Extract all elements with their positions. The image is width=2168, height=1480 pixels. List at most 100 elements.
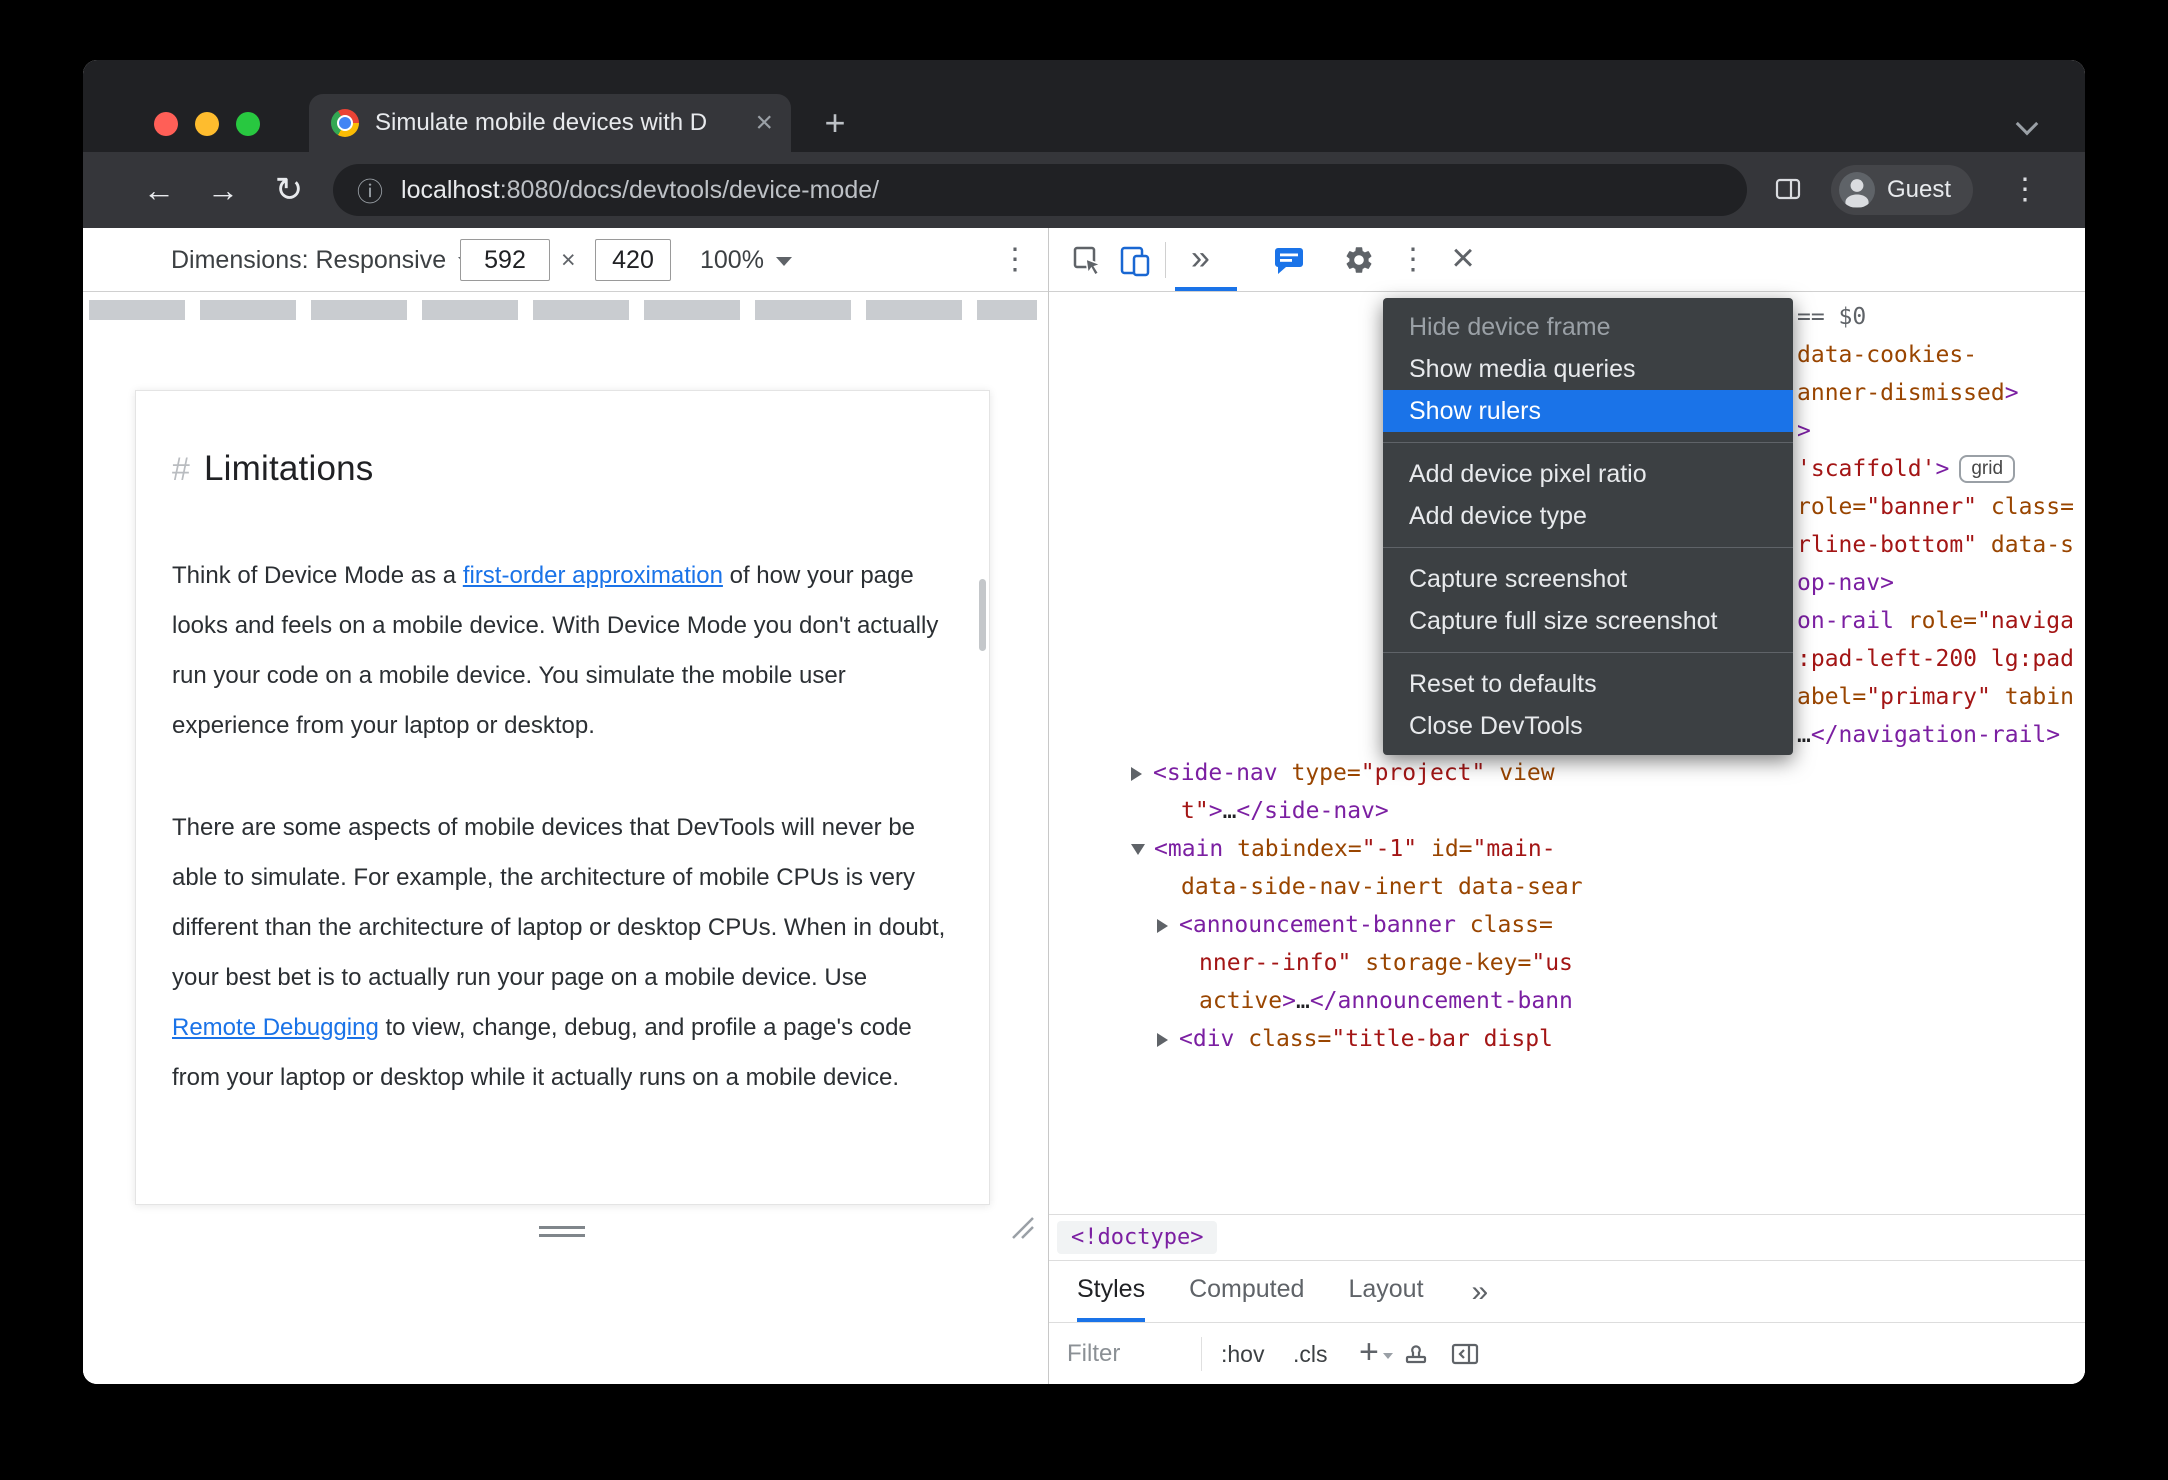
heading-anchor-hash[interactable]: # <box>172 451 190 487</box>
code-line[interactable]: nner--info" storage-key="us <box>1049 944 2085 982</box>
tab-search-chevron-icon[interactable] <box>2015 112 2039 136</box>
browser-menu-button[interactable]: ⋮ <box>2005 166 2045 214</box>
navigation-bar: ← → ↻ ⓘ localhost:8080/docs/devtools/dev… <box>83 152 2085 228</box>
new-tab-button[interactable]: + <box>815 104 855 144</box>
code-token: storage-key= <box>1365 950 1532 976</box>
code-line[interactable]: t">…</side-nav> <box>1049 792 2085 830</box>
reload-button[interactable]: ↻ <box>265 166 313 214</box>
toggle-sidebar-icon[interactable] <box>1449 1338 1481 1375</box>
code-line[interactable]: <side-nav type="project" view <box>1049 754 2085 792</box>
code-token: "primary" <box>1866 684 1991 710</box>
forward-button[interactable]: → <box>199 166 247 214</box>
url-path: :8080/docs/devtools/device-mode/ <box>499 175 880 204</box>
viewport-width-input[interactable] <box>460 239 550 281</box>
grid-badge[interactable]: grid <box>1959 455 2016 483</box>
code-token: tabin <box>2004 684 2074 710</box>
menu-item-close-devtools[interactable]: Close DevTools <box>1383 705 1793 747</box>
code-token: > <box>1282 988 1296 1014</box>
back-button[interactable]: ← <box>135 166 183 214</box>
code-token: nner--info" <box>1199 950 1352 976</box>
code-token: > <box>1935 456 1950 482</box>
code-token: <side-nav <box>1153 760 1292 786</box>
code-token: class= <box>1990 494 2074 520</box>
expand-arrow-icon[interactable] <box>1131 766 1142 781</box>
close-window-button[interactable] <box>154 112 178 136</box>
menu-item-capture-full-size-screenshot[interactable]: Capture full size screenshot <box>1383 600 1793 642</box>
toggle-device-toolbar-icon[interactable] <box>1113 242 1157 278</box>
code-line[interactable]: data-side-nav-inert data-sear <box>1049 868 2085 906</box>
tab-layout[interactable]: Layout <box>1348 1261 1423 1322</box>
doc-text: Think of Device Mode as a <box>172 562 463 589</box>
profile-button[interactable]: Guest <box>1831 165 1974 215</box>
code-token: class= <box>1469 912 1553 938</box>
collapse-arrow-icon[interactable] <box>1131 844 1145 855</box>
devtools-menu-button[interactable]: ⋮ <box>1393 236 1433 284</box>
settings-gear-icon[interactable] <box>1337 242 1381 278</box>
elements-breadcrumb-bar: <!doctype> <box>1049 1214 2085 1260</box>
device-toolbar-more-options-button[interactable]: ⋮ <box>995 236 1035 284</box>
menu-item-hide-device-frame[interactable]: Hide device frame <box>1383 306 1793 348</box>
menu-item-add-device-pixel-ratio[interactable]: Add device pixel ratio <box>1383 453 1793 495</box>
more-tabs-button[interactable]: » <box>1181 228 1220 292</box>
menu-item-add-device-type[interactable]: Add device type <box>1383 495 1793 537</box>
styles-filter-input[interactable] <box>1067 1333 1187 1375</box>
url-bar[interactable]: ⓘ localhost:8080/docs/devtools/device-mo… <box>333 164 1747 216</box>
menu-separator <box>1383 442 1793 443</box>
toggle-element-state-button[interactable]: :hov <box>1221 1323 1264 1384</box>
breadcrumb-doctype[interactable]: <!doctype> <box>1057 1221 1218 1254</box>
doc-link[interactable]: Remote Debugging <box>172 1014 379 1041</box>
tab-styles[interactable]: Styles <box>1077 1261 1146 1322</box>
zoom-dropdown[interactable]: 100% <box>700 228 792 292</box>
viewport-resize-handle[interactable] <box>539 1226 585 1237</box>
inspect-element-icon[interactable] <box>1065 242 1109 278</box>
expand-arrow-icon[interactable] <box>1157 918 1168 933</box>
dimensions-times-separator: × <box>561 246 576 274</box>
code-line[interactable]: <main tabindex="-1" id="main- <box>1049 830 2085 868</box>
chevron-down-icon <box>775 257 792 266</box>
viewport-corner-resize-grip[interactable] <box>1005 1210 1035 1245</box>
code-token: "us <box>1531 950 1573 976</box>
code-token: … <box>1295 988 1310 1014</box>
menu-item-capture-screenshot[interactable]: Capture screenshot <box>1383 558 1793 600</box>
more-panels-button[interactable]: » <box>1472 1261 1489 1322</box>
feedback-icon[interactable] <box>1267 242 1311 278</box>
close-devtools-button[interactable]: × <box>1441 228 1485 292</box>
code-token: > <box>2004 380 2019 406</box>
maximize-window-button[interactable] <box>236 112 260 136</box>
minimize-window-button[interactable] <box>195 112 219 136</box>
viewport-height-input[interactable] <box>595 239 671 281</box>
new-style-rule-button[interactable]: + <box>1359 1323 1393 1384</box>
device-mode-pane: Dimensions: Responsive × 100% ⋮ #Limitat… <box>83 228 1048 1384</box>
toolbar-separator <box>1165 242 1166 278</box>
menu-item-show-media-queries[interactable]: Show media queries <box>1383 348 1793 390</box>
code-token: id= <box>1430 836 1473 862</box>
page-heading: # Limitations <box>172 449 374 488</box>
ruler-bar <box>89 300 1037 320</box>
expand-arrow-icon[interactable] <box>1157 1032 1168 1047</box>
menu-separator <box>1383 652 1793 653</box>
menu-item-show-rulers[interactable]: Show rulers <box>1383 390 1793 432</box>
menu-item-reset-to-defaults[interactable]: Reset to defaults <box>1383 663 1793 705</box>
rendered-page: # Limitations Think of Device Mode as a f… <box>135 390 990 1205</box>
tab-close-icon[interactable]: × <box>755 108 773 138</box>
side-panel-icon[interactable] <box>1773 174 1803 209</box>
rendering-emulation-icon[interactable] <box>1401 1338 1431 1373</box>
tab-computed[interactable]: Computed <box>1189 1261 1304 1322</box>
page-scrollbar-thumb[interactable] <box>979 579 986 651</box>
code-line[interactable]: <div class="title-bar displ <box>1049 1020 2085 1058</box>
dimensions-dropdown[interactable]: Dimensions: Responsive <box>171 228 475 292</box>
code-token: <announcement-banner <box>1179 912 1470 938</box>
device-toolbar: Dimensions: Responsive × 100% ⋮ <box>83 228 1048 292</box>
element-classes-button[interactable]: .cls <box>1293 1323 1328 1384</box>
browser-tab[interactable]: Simulate mobile devices with D × <box>309 94 791 152</box>
site-info-icon[interactable]: ⓘ <box>357 172 383 209</box>
code-line[interactable]: <announcement-banner class= <box>1049 906 2085 944</box>
code-token: "banner" <box>1866 494 1978 520</box>
styles-tabs: Styles Computed Layout <box>1077 1261 1468 1322</box>
code-line[interactable]: active>…</announcement-bann <box>1049 982 2085 1020</box>
code-token: class= <box>1248 1026 1332 1052</box>
doc-link[interactable]: first-order approximation <box>463 562 723 589</box>
code-token: active <box>1199 988 1283 1014</box>
